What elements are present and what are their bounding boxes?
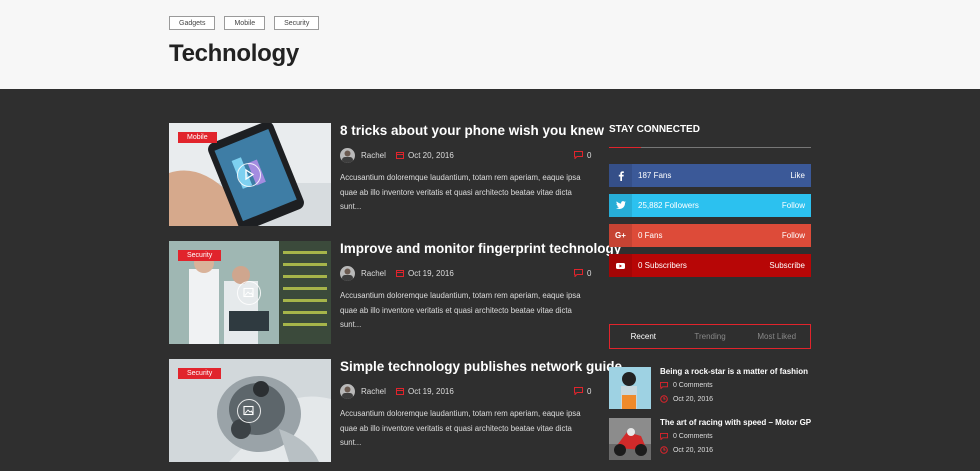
social-count: 0 Subscribers — [638, 261, 687, 270]
recent-post-date-line: Oct 20, 2016 — [660, 446, 713, 454]
heading-divider — [609, 147, 811, 148]
social-count: 0 Fans — [638, 231, 663, 240]
social-count: 187 Fans — [638, 171, 672, 180]
page-header: Gadgets Mobile Security Technology — [0, 0, 980, 89]
recent-post-date: Oct 20, 2016 — [672, 446, 714, 454]
tag-gadgets[interactable]: Gadgets — [169, 16, 216, 30]
recent-comment-count: 0 Comments — [672, 433, 713, 441]
social-action[interactable]: Follow — [782, 201, 805, 210]
post-item: Security Improve and monitor fingerprint… — [169, 241, 621, 344]
clock-icon — [660, 446, 668, 454]
post-item: Security Simple technology publishes net… — [169, 359, 622, 462]
clock-icon — [660, 395, 668, 403]
tab-recent[interactable]: Recent — [610, 325, 677, 348]
calendar-icon — [396, 152, 404, 159]
comment-count[interactable]: 0 — [587, 387, 591, 396]
tag-security[interactable]: Security — [274, 16, 320, 30]
comment-icon — [574, 387, 583, 395]
tab-trending[interactable]: Trending — [677, 325, 744, 348]
post-tabs: Recent Trending Most Liked — [609, 324, 811, 349]
post-excerpt: Accusantium doloremque laudantium, totam… — [340, 409, 581, 447]
recent-comment-count: 0 Comments — [672, 382, 713, 390]
calendar-icon — [396, 270, 404, 277]
recent-post-item: The art of racing with speed – Motor GP … — [609, 418, 811, 460]
post-meta: Rachel Oct 19, 2016 0 — [340, 384, 591, 400]
gallery-icon[interactable] — [237, 281, 261, 305]
gallery-icon[interactable] — [237, 399, 261, 423]
category-badge[interactable]: Security — [178, 368, 222, 379]
recent-post-thumbnail[interactable] — [609, 367, 651, 409]
post-excerpt: Accusantium doloremque laudantium, totam… — [340, 173, 581, 211]
twitter-icon — [609, 194, 632, 217]
avatar[interactable] — [340, 266, 355, 281]
comment-icon — [574, 269, 583, 277]
avatar[interactable] — [340, 148, 355, 163]
tab-most-liked[interactable]: Most Liked — [743, 325, 810, 348]
comment-count[interactable]: 0 — [587, 151, 591, 160]
recent-post-title[interactable]: Being a rock-star is a matter of fashion — [660, 367, 808, 376]
recent-post-date-line: Oct 20, 2016 — [660, 395, 713, 403]
post-date: Oct 20, 2016 — [408, 151, 454, 160]
social-count: 25,882 Followers — [638, 201, 699, 210]
recent-post-comments[interactable]: 0 Comments — [660, 433, 713, 441]
social-google-plus[interactable]: G+ 0 Fans Follow — [609, 224, 811, 247]
stay-connected-heading: STAY CONNECTED — [609, 124, 700, 135]
category-badge[interactable]: Mobile — [178, 132, 217, 143]
play-icon[interactable] — [237, 163, 261, 187]
recent-post-title[interactable]: The art of racing with speed – Motor GP — [660, 418, 811, 427]
social-action[interactable]: Subscribe — [769, 261, 805, 270]
recent-post-comments[interactable]: 0 Comments — [660, 382, 713, 390]
post-meta: Rachel Oct 19, 2016 0 — [340, 266, 591, 282]
recent-post-item: Being a rock-star is a matter of fashion… — [609, 367, 811, 409]
page-title: Technology — [169, 40, 299, 67]
social-action[interactable]: Follow — [782, 231, 805, 240]
social-twitter[interactable]: 25,882 Followers Follow — [609, 194, 811, 217]
comment-icon — [660, 382, 668, 390]
tag-list: Gadgets Mobile Security — [169, 16, 320, 30]
post-author[interactable]: Rachel — [361, 151, 386, 160]
social-youtube[interactable]: 0 Subscribers Subscribe — [609, 254, 811, 277]
social-facebook[interactable]: 187 Fans Like — [609, 164, 811, 187]
post-thumbnail[interactable]: Mobile — [169, 123, 331, 226]
facebook-icon — [609, 164, 632, 187]
post-author[interactable]: Rachel — [361, 269, 386, 278]
post-meta: Rachel Oct 20, 2016 0 — [340, 148, 591, 164]
post-author[interactable]: Rachel — [361, 387, 386, 396]
post-title[interactable]: Simple technology publishes network guid… — [340, 359, 622, 374]
avatar[interactable] — [340, 384, 355, 399]
tag-mobile[interactable]: Mobile — [224, 16, 266, 30]
comment-count[interactable]: 0 — [587, 269, 591, 278]
post-date: Oct 19, 2016 — [408, 387, 454, 396]
social-action[interactable]: Like — [790, 171, 805, 180]
comment-icon — [660, 433, 668, 441]
recent-post-thumbnail[interactable] — [609, 418, 651, 460]
post-title[interactable]: Improve and monitor fingerprint technolo… — [340, 241, 621, 256]
post-date: Oct 19, 2016 — [408, 269, 454, 278]
post-thumbnail[interactable]: Security — [169, 359, 331, 462]
post-item: Mobile 8 tricks about your phone wish yo… — [169, 123, 604, 226]
recent-post-date: Oct 20, 2016 — [672, 395, 714, 403]
category-badge[interactable]: Security — [178, 250, 222, 261]
post-thumbnail[interactable]: Security — [169, 241, 331, 344]
comment-icon — [574, 151, 583, 159]
post-title[interactable]: 8 tricks about your phone wish you knew — [340, 123, 604, 138]
youtube-icon — [609, 254, 632, 277]
calendar-icon — [396, 388, 404, 395]
post-excerpt: Accusantium doloremque laudantium, totam… — [340, 291, 581, 329]
google-plus-icon: G+ — [609, 224, 632, 247]
